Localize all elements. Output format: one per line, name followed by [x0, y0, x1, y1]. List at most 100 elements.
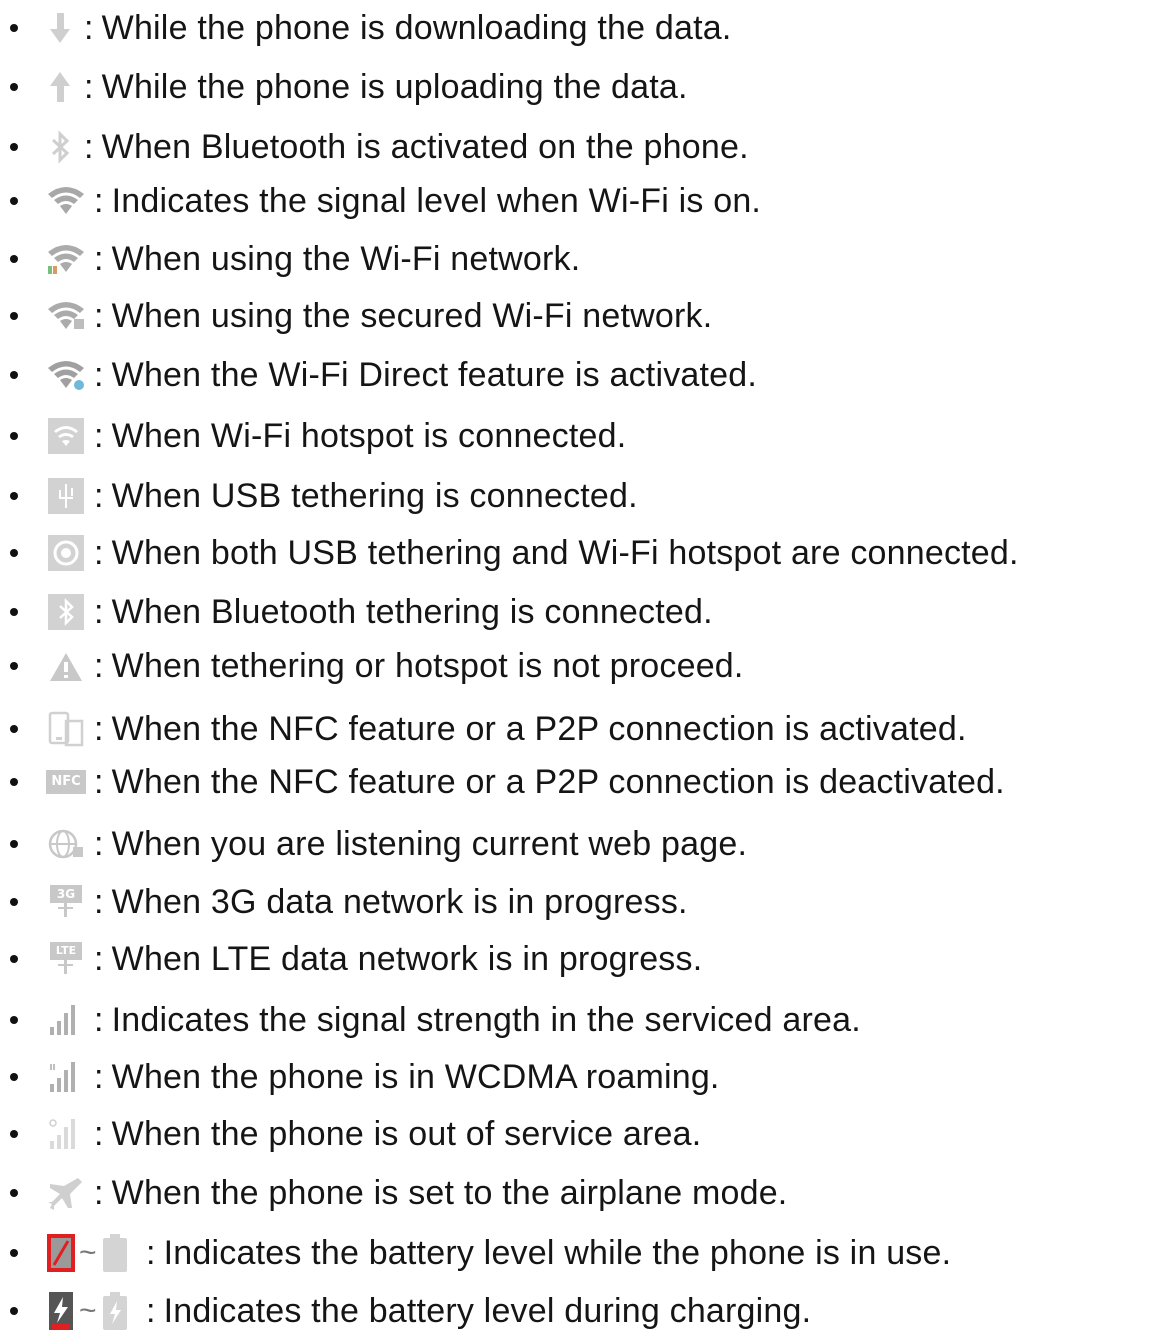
legend-row-3g: 3G : When 3G data network is in progress.: [0, 879, 1168, 925]
separator: :: [146, 1292, 156, 1330]
legend-row-wifi-in-use: : When using the Wi-Fi network.: [0, 236, 1168, 282]
battery-empty-icon: [47, 1234, 75, 1272]
legend-row-web-listening: : When you are listening current web page…: [0, 821, 1168, 867]
bullet: [10, 371, 18, 379]
legend-description: When 3G data network is in progress.: [111, 883, 688, 921]
legend-row-airplane: : When the phone is set to the airplane m…: [0, 1170, 1168, 1216]
legend-row-upload: : While the phone is uploading the data.: [0, 64, 1168, 110]
range-tilde: ~: [79, 1294, 97, 1327]
separator: :: [94, 825, 104, 863]
legend-row-battery-charging: ~ : Indicates the battery level during ch…: [0, 1288, 1168, 1334]
separator: :: [94, 297, 104, 335]
legend-row-roaming: : When the phone is in WCDMA roaming.: [0, 1054, 1168, 1100]
airplane-icon: [46, 1176, 86, 1210]
legend-description: While the phone is uploading the data.: [101, 68, 688, 106]
legend-description: When Bluetooth is activated on the phone…: [101, 128, 749, 166]
tethering-warning-icon: [46, 649, 86, 683]
legend-row-wifi-hotspot: : When Wi-Fi hotspot is connected.: [0, 413, 1168, 459]
legend-description: When the phone is out of service area.: [111, 1115, 702, 1153]
separator: :: [146, 1234, 156, 1272]
bullet: [10, 1073, 18, 1081]
legend-row-tethering-warning: : When tethering or hotspot is not procee…: [0, 643, 1168, 689]
lte-data-icon: LTE: [46, 942, 86, 976]
legend-description: When both USB tethering and Wi-Fi hotspo…: [111, 534, 1019, 572]
legend-row-bluetooth: : When Bluetooth is activated on the phon…: [0, 124, 1168, 170]
legend-row-battery-level: ~ : Indicates the battery level while the…: [0, 1230, 1168, 1276]
separator: :: [94, 883, 104, 921]
bullet: [10, 549, 18, 557]
legend-description: Indicates the battery level during charg…: [163, 1292, 812, 1330]
legend-description: When Wi-Fi hotspot is connected.: [111, 417, 627, 455]
wifi-signal-icon: [46, 184, 86, 218]
bullet: [10, 255, 18, 263]
bullet: [10, 955, 18, 963]
wifi-in-use-icon: [46, 242, 86, 276]
legend-description: When the NFC feature or a P2P connection…: [111, 710, 967, 748]
bullet: [10, 778, 18, 786]
legend-description: When LTE data network is in progress.: [111, 940, 703, 978]
separator: :: [94, 647, 104, 685]
bullet: [10, 83, 18, 91]
usb-and-hotspot-icon: [46, 535, 86, 571]
roaming-signal-icon: [46, 1060, 86, 1094]
range-tilde: ~: [79, 1236, 97, 1269]
bullet: [10, 143, 18, 151]
separator: :: [94, 534, 104, 572]
bullet: [10, 432, 18, 440]
legend-description: When Bluetooth tethering is connected.: [111, 593, 713, 631]
separator: :: [94, 1058, 104, 1096]
separator: :: [94, 1174, 104, 1212]
battery-charging-range-icon: ~: [46, 1292, 130, 1330]
separator: :: [94, 940, 104, 978]
bluetooth-icon: [46, 130, 74, 164]
legend-row-wifi-secured: : When using the secured Wi-Fi network.: [0, 293, 1168, 339]
legend-row-nfc-inactive: NFC : When the NFC feature or a P2P conne…: [0, 759, 1168, 805]
bullet: [10, 312, 18, 320]
legend-description: Indicates the signal strength in the ser…: [111, 1001, 861, 1039]
legend-description: When using the Wi-Fi network.: [111, 240, 581, 278]
wifi-direct-icon: [46, 358, 86, 392]
bullet: [10, 840, 18, 848]
separator: :: [94, 417, 104, 455]
legend-row-wifi-signal: : Indicates the signal level when Wi-Fi i…: [0, 178, 1168, 224]
legend-description: When the NFC feature or a P2P connection…: [111, 763, 1005, 801]
nfc-p2p-active-icon: [46, 711, 86, 747]
separator: :: [94, 1001, 104, 1039]
download-arrow-icon: [46, 11, 74, 45]
battery-level-range-icon: ~: [46, 1234, 130, 1272]
legend-row-signal-strength: : Indicates the signal strength in the se…: [0, 997, 1168, 1043]
bullet: [10, 1249, 18, 1257]
separator: :: [84, 68, 94, 106]
separator: :: [94, 763, 104, 801]
3g-badge-text: 3G: [50, 885, 82, 903]
bullet: [10, 1307, 18, 1315]
bullet: [10, 492, 18, 500]
legend-description: When tethering or hotspot is not proceed…: [111, 647, 744, 685]
separator: :: [94, 240, 104, 278]
legend-description: When using the secured Wi-Fi network.: [111, 297, 713, 335]
upload-arrow-icon: [46, 70, 74, 104]
wifi-hotspot-icon: [46, 418, 86, 454]
bullet: [10, 662, 18, 670]
legend-description: While the phone is downloading the data.: [101, 9, 732, 47]
bullet: [10, 608, 18, 616]
battery-charging-low-icon: [49, 1292, 73, 1330]
separator: :: [94, 182, 104, 220]
wifi-secured-icon: [46, 299, 86, 333]
legend-description: Indicates the signal level when Wi-Fi is…: [111, 182, 762, 220]
nfc-badge-text: NFC: [46, 770, 86, 794]
legend-row-nfc-active: : When the NFC feature or a P2P connectio…: [0, 706, 1168, 752]
battery-full-icon: [102, 1234, 127, 1272]
legend-description: When the phone is set to the airplane mo…: [111, 1174, 788, 1212]
bullet: [10, 197, 18, 205]
bluetooth-tethering-icon: [46, 594, 86, 630]
separator: :: [94, 593, 104, 631]
3g-data-icon: 3G: [46, 885, 86, 919]
legend-row-wifi-direct: : When the Wi-Fi Direct feature is activa…: [0, 352, 1168, 398]
separator: :: [94, 710, 104, 748]
separator: :: [84, 128, 94, 166]
separator: :: [84, 9, 94, 47]
bullet: [10, 1189, 18, 1197]
bullet: [10, 1130, 18, 1138]
separator: :: [94, 356, 104, 394]
